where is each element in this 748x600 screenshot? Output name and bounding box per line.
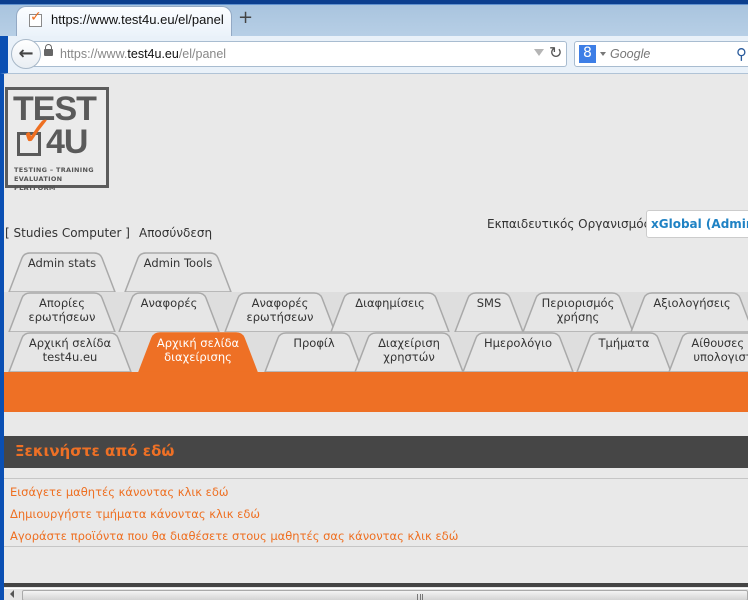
scroll-left-icon[interactable] [10,590,14,598]
url-text: https://www.test4u.eu/el/panel [60,47,226,61]
section-title: Ξεκινήστε από εδώ [15,442,175,460]
url-prefix: https://www. [60,47,128,61]
tab-row2-1[interactable]: Αναφορές [118,292,220,332]
tab-row3-4[interactable]: Ημερολόγιο [462,332,574,372]
tab-row3-3[interactable]: Διαχείριση χρηστών [354,332,464,372]
organization-select[interactable]: xGlobal (Admin i [646,210,748,238]
tab-label: Admin stats [27,256,97,270]
tab-row3-0[interactable]: Αρχική σελίδα test4u.eu [8,332,132,372]
user-link[interactable]: [ Studies Computer ] [5,226,130,240]
tab-label: Αίθουσες κ υπολογιστ [691,336,748,364]
tab-label: Περιορισμός χρήσης [541,296,615,324]
tab-row2-4[interactable]: SMS [454,292,524,332]
tab-label: SMS [476,296,502,310]
create-classes-link[interactable]: Δημιουργήστε τμήματα κάνοντας κλικ εδώ [10,507,260,521]
tab-label: Αξιολογήσεις [653,296,731,310]
search-placeholder: Google [610,47,651,61]
tab-label: Διαφημίσεις [355,296,425,310]
back-arrow-icon: ← [18,43,34,64]
tab-label: Απορίες ερωτήσεων [28,296,96,324]
browser-tab[interactable]: https://www.test4u.eu/el/panel [16,6,232,37]
google-icon[interactable]: 8 [579,45,596,63]
tab-row2-6[interactable]: Αξιολογήσεις [630,292,748,332]
tab-label: Αρχική σελίδα test4u.eu [28,336,112,364]
logo-tagline-2: EVALUATION PLATFORM [14,175,63,192]
browser-titlebar: https://www.test4u.eu/el/panel + [0,0,748,37]
test4u-favicon-icon [29,9,42,27]
footer-divider [4,583,748,587]
horizontal-scrollbar[interactable] [4,588,748,600]
tab-label: Αναφορές ερωτήσεων [246,296,314,324]
scroll-grip-icon [417,594,423,600]
logout-link[interactable]: Αποσύνδεση [139,226,212,240]
search-engine-dropdown-icon[interactable] [600,52,606,56]
tab-row3-6[interactable]: Αίθουσες κ υπολογιστ [668,332,748,372]
import-students-link[interactable]: Εισάγετε μαθητές κάνοντας κλικ εδώ [10,485,229,499]
tab-label: Αρχική σελίδα διαχείρισης [156,336,240,364]
tab-row3-1[interactable]: Αρχική σελίδα διαχείρισης [138,332,258,372]
buy-products-link[interactable]: Αγοράστε προϊόντα που θα διαθέσετε στους… [10,529,458,543]
search-icon[interactable]: ⚲ [736,45,747,63]
url-domain: test4u.eu [127,47,179,61]
logo-tagline: TESTING – TRAINING EVALUATION PLATFORM [14,166,106,193]
tab-row2-3[interactable]: Διαφημίσεις [330,292,450,332]
browser-navbar: https://www.test4u.eu/el/panel ↻ ← 8 Goo… [0,36,748,74]
test4u-logo[interactable]: TEST ✓ 4U TESTING – TRAINING EVALUATION … [5,87,109,192]
quick-links: Εισάγετε μαθητές κάνοντας κλικ εδώ Δημιο… [4,478,748,547]
tab-row1-0[interactable]: Admin stats [8,252,116,292]
scrollbar-thumb[interactable] [22,590,748,600]
tab-label: Προφίλ [293,336,335,350]
active-tab-bar [4,372,748,412]
tab-label: Ημερολόγιο [483,336,553,350]
tab-title: https://www.test4u.eu/el/panel [51,12,224,27]
back-button[interactable]: ← [11,39,41,69]
reload-icon[interactable]: ↻ [549,43,562,62]
tab-label: Διαχείριση χρηστών [378,336,440,364]
tab-row1-1[interactable]: Admin Tools [124,252,232,292]
url-dropdown-icon[interactable] [534,49,544,56]
tab-row3-5[interactable]: Τμήματα [576,332,672,372]
logo-text-4u: 4U [46,123,88,161]
tab-row2-5[interactable]: Περιορισμός χρήσης [522,292,634,332]
page-content: TEST ✓ 4U TESTING – TRAINING EVALUATION … [4,74,748,600]
search-input[interactable]: 8 Google ⚲ [574,41,748,67]
tab-label: Αναφορές [140,296,198,310]
new-tab-button[interactable]: + [238,8,253,28]
tab-row2-0[interactable]: Απορίες ερωτήσεων [8,292,116,332]
tab-label: Τμήματα [598,336,650,350]
section-header: Ξεκινήστε από εδώ [4,436,748,468]
lock-icon [44,44,53,56]
organization-label: Εκπαιδευτικός Οργανισμός: [487,217,655,231]
logo-tagline-1: TESTING – TRAINING [14,166,94,174]
tab-row3-2[interactable]: Προφίλ [264,332,364,372]
tab-label: Admin Tools [143,256,213,270]
address-bar[interactable]: https://www.test4u.eu/el/panel ↻ [34,41,567,67]
url-path: /el/panel [178,47,227,61]
tab-row2-2[interactable]: Αναφορές ερωτήσεων [224,292,336,332]
